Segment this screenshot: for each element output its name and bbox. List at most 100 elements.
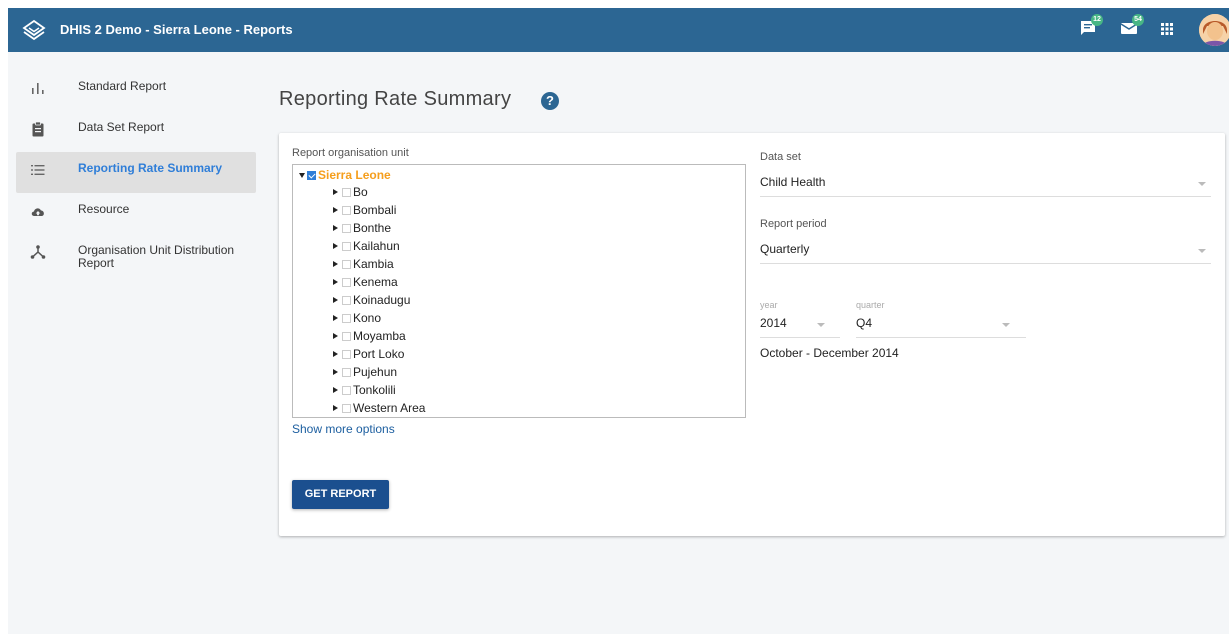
org-unit-tree: Sierra Leone Bo Bombali Bonthe Kailahun …	[292, 164, 746, 418]
user-avatar[interactable]	[1199, 14, 1229, 46]
list-icon	[31, 165, 45, 175]
data-set-value: Child Health	[760, 175, 826, 189]
node-checkbox[interactable]	[342, 313, 351, 323]
node-checkbox[interactable]	[342, 205, 351, 215]
tree-node-tonkolili[interactable]: Tonkolili	[299, 381, 739, 399]
dhis2-logo-icon[interactable]	[22, 18, 46, 42]
expand-arrow-icon[interactable]	[333, 261, 338, 267]
mail-badge: 54	[1132, 14, 1144, 26]
apps-grid-icon	[1161, 23, 1173, 35]
report-period-value: Quarterly	[760, 242, 810, 256]
dropdown-arrow-icon	[817, 323, 825, 327]
clipboard-icon	[32, 121, 44, 137]
help-icon[interactable]: ?	[541, 92, 559, 110]
tree-node-label[interactable]: Bo	[353, 185, 368, 199]
messages-button[interactable]: 12	[1079, 14, 1103, 42]
node-checkbox[interactable]	[342, 277, 351, 287]
node-checkbox[interactable]	[342, 187, 351, 197]
show-more-options-link[interactable]: Show more options	[292, 422, 395, 436]
data-set-label: Data set	[760, 151, 801, 163]
tree-node-koinadugu[interactable]: Koinadugu	[299, 291, 739, 309]
expand-arrow-icon[interactable]	[333, 189, 338, 195]
root-checkbox[interactable]	[307, 170, 316, 180]
tree-node-label[interactable]: Koinadugu	[353, 293, 410, 307]
report-period-select[interactable]: Quarterly	[760, 238, 1211, 264]
sidebar: Standard Report Data Set Report Reportin…	[16, 70, 256, 278]
tree-node-kambia[interactable]: Kambia	[299, 255, 739, 273]
node-checkbox[interactable]	[342, 259, 351, 269]
node-checkbox[interactable]	[342, 349, 351, 359]
quarter-label: quarter	[856, 300, 885, 310]
tree-node-bombali[interactable]: Bombali	[299, 201, 739, 219]
tree-node-label[interactable]: Pujehun	[353, 365, 397, 379]
node-checkbox[interactable]	[342, 403, 351, 413]
expand-arrow-icon[interactable]	[333, 405, 338, 411]
sidebar-item-label: Resource	[78, 202, 130, 216]
sidebar-item-label: Data Set Report	[78, 120, 165, 134]
year-value: 2014	[760, 316, 787, 330]
expand-arrow-icon[interactable]	[333, 369, 338, 375]
tree-node-port-loko[interactable]: Port Loko	[299, 345, 739, 363]
collapse-arrow-icon[interactable]	[299, 172, 305, 178]
expand-arrow-icon[interactable]	[333, 279, 338, 285]
tree-node-bo[interactable]: Bo	[299, 183, 739, 201]
expand-arrow-icon[interactable]	[333, 243, 338, 249]
sidebar-item-resource[interactable]: Resource	[16, 193, 256, 234]
bar-chart-icon	[32, 83, 44, 94]
sidebar-item-label: Organisation Unit Distribution Report	[78, 243, 235, 270]
dropdown-arrow-icon	[1198, 249, 1206, 253]
expand-arrow-icon[interactable]	[333, 387, 338, 393]
sidebar-item-data-set-report[interactable]: Data Set Report	[16, 111, 256, 152]
node-checkbox[interactable]	[342, 241, 351, 251]
tree-root-label[interactable]: Sierra Leone	[318, 168, 391, 182]
sidebar-item-org-unit-distribution-report[interactable]: Organisation Unit Distribution Report	[16, 234, 256, 278]
tree-node-label[interactable]: Bonthe	[353, 221, 391, 235]
sidebar-item-reporting-rate-summary[interactable]: Reporting Rate Summary	[16, 152, 256, 193]
quarter-select[interactable]: Q4	[856, 312, 1026, 338]
node-checkbox[interactable]	[342, 385, 351, 395]
interpretations-button[interactable]: 54	[1120, 14, 1144, 42]
year-select[interactable]: 2014	[760, 312, 840, 338]
user-avatar-image	[1199, 14, 1229, 46]
tree-node-label[interactable]: Moyamba	[353, 329, 406, 343]
expand-arrow-icon[interactable]	[333, 225, 338, 231]
tree-node-label[interactable]: Kono	[353, 311, 381, 325]
tree-node-moyamba[interactable]: Moyamba	[299, 327, 739, 345]
expand-arrow-icon[interactable]	[333, 297, 338, 303]
node-checkbox[interactable]	[342, 223, 351, 233]
node-checkbox[interactable]	[342, 331, 351, 341]
tree-node-label[interactable]: Bombali	[353, 203, 396, 217]
tree-node-kenema[interactable]: Kenema	[299, 273, 739, 291]
period-range-text: October - December 2014	[760, 346, 899, 360]
sidebar-item-label: Standard Report	[78, 79, 167, 93]
tree-node-label[interactable]: Kenema	[353, 275, 398, 289]
messages-badge: 12	[1091, 14, 1103, 26]
tree-node-kono[interactable]: Kono	[299, 309, 739, 327]
report-form-card: Report organisation unit Sierra Leone Bo…	[279, 133, 1225, 536]
tree-node-pujehun[interactable]: Pujehun	[299, 363, 739, 381]
expand-arrow-icon[interactable]	[333, 351, 338, 357]
tree-node-label[interactable]: Kailahun	[353, 239, 400, 253]
tree-root-node[interactable]: Sierra Leone	[299, 167, 739, 183]
expand-arrow-icon[interactable]	[333, 333, 338, 339]
page-title: Reporting Rate Summary	[279, 88, 512, 110]
node-checkbox[interactable]	[342, 367, 351, 377]
expand-arrow-icon[interactable]	[333, 315, 338, 321]
tree-node-label[interactable]: Tonkolili	[353, 383, 396, 397]
tree-node-label[interactable]: Port Loko	[353, 347, 404, 361]
node-checkbox[interactable]	[342, 295, 351, 305]
tree-node-kailahun[interactable]: Kailahun	[299, 237, 739, 255]
tree-node-western-area[interactable]: Western Area	[299, 399, 739, 417]
tree-node-bonthe[interactable]: Bonthe	[299, 219, 739, 237]
year-label: year	[760, 300, 778, 310]
get-report-button[interactable]: GET REPORT	[292, 480, 389, 509]
tree-node-label[interactable]: Western Area	[353, 401, 425, 415]
expand-arrow-icon[interactable]	[333, 207, 338, 213]
sidebar-item-label: Reporting Rate Summary	[78, 161, 223, 175]
tree-node-label[interactable]: Kambia	[353, 257, 394, 271]
data-set-select[interactable]: Child Health	[760, 171, 1211, 197]
header-bar: DHIS 2 Demo - Sierra Leone - Reports 12 …	[8, 8, 1229, 52]
cloud-upload-icon	[31, 208, 44, 216]
apps-menu-button[interactable]	[1160, 22, 1174, 41]
sidebar-item-standard-report[interactable]: Standard Report	[16, 70, 256, 111]
